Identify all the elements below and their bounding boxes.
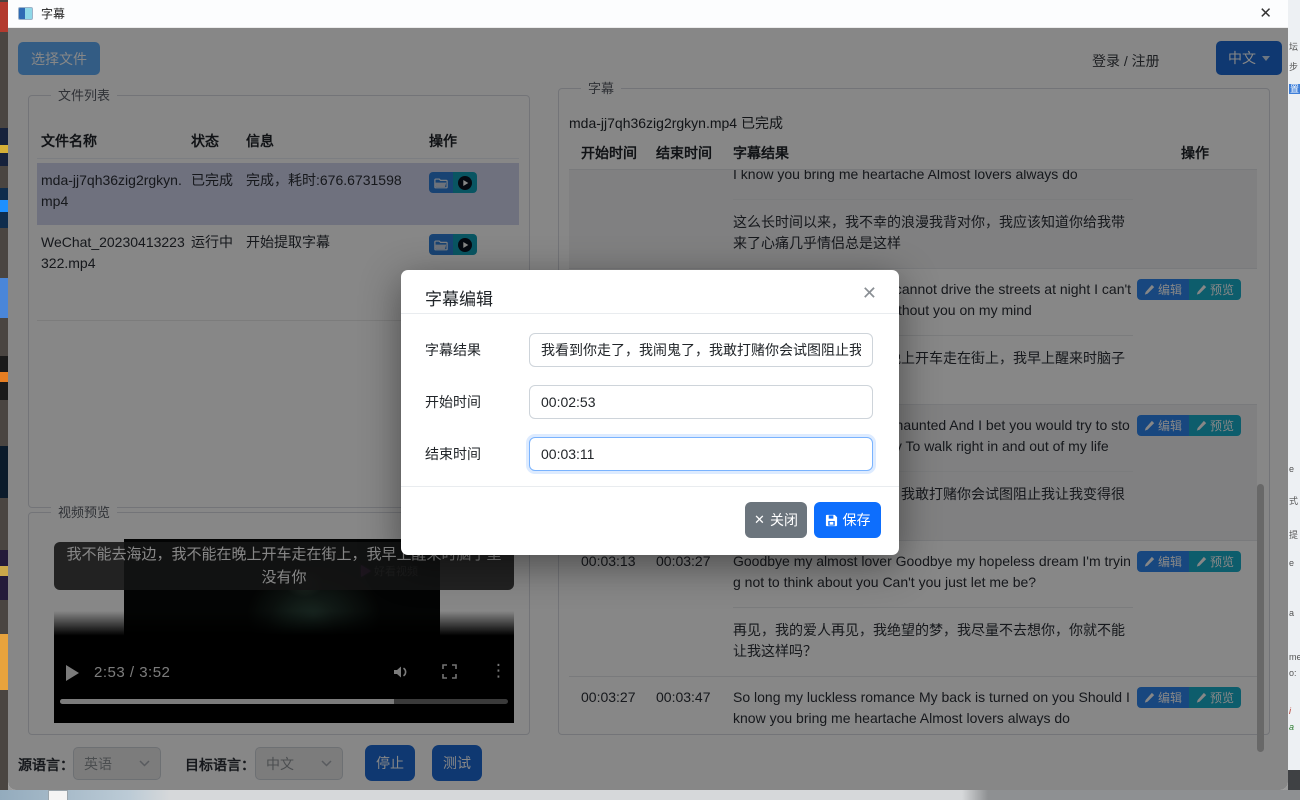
desktop-icon — [0, 566, 8, 576]
modal-field-row: 字幕结果 — [425, 333, 875, 367]
modal-field-row: 开始时间 — [425, 385, 875, 419]
desktop-text: 步 — [1289, 62, 1298, 72]
desktop-icon — [0, 145, 8, 153]
desktop-text: 置 — [1289, 84, 1300, 94]
divider — [401, 313, 899, 314]
desktop-text: a — [1289, 722, 1294, 732]
divider — [401, 486, 899, 487]
desktop-icon — [0, 634, 8, 690]
start-time-input[interactable] — [529, 385, 873, 419]
desktop-bottom-strip — [0, 790, 1300, 800]
desktop-text: e — [1289, 464, 1294, 474]
save-label: 保存 — [843, 510, 871, 530]
modal-title: 字幕编辑 — [425, 285, 493, 310]
subtitle-text-label: 字幕结果 — [425, 340, 529, 360]
modal-close-icon[interactable]: ✕ — [862, 283, 877, 304]
desktop-icon — [0, 2, 8, 32]
window-close-icon[interactable]: ✕ — [1259, 4, 1272, 22]
screen: 坛 步 置 e 式 提 e a me o: i a 字幕 ✕ 选择文件 登录 /… — [0, 0, 1300, 800]
modal-close-button[interactable]: ✕ 关闭 — [745, 502, 807, 538]
desktop-icon — [0, 200, 8, 212]
desktop-file-icon — [48, 790, 68, 800]
x-icon: ✕ — [754, 512, 765, 528]
desktop-left-strip — [0, 0, 8, 800]
desktop-icon — [0, 372, 8, 382]
desktop-text: 提 — [1289, 530, 1298, 540]
subtitle-text-input[interactable] — [529, 333, 873, 367]
modal-save-button[interactable]: 保存 — [814, 502, 881, 538]
window-titlebar: 字幕 ✕ — [8, 0, 1288, 28]
desktop-text: 式 — [1289, 496, 1298, 506]
end-time-input[interactable] — [529, 437, 873, 471]
app-icon — [18, 7, 33, 20]
end-time-label: 结束时间 — [425, 444, 529, 464]
desktop-text: me — [1289, 652, 1300, 662]
desktop-text: e — [1289, 558, 1294, 568]
save-icon — [825, 514, 838, 527]
modal-field-row: 结束时间 — [425, 437, 875, 471]
subtitle-edit-modal: 字幕编辑 ✕ 字幕结果 开始时间 结束时间 ✕ 关闭 保存 — [401, 270, 899, 555]
desktop-right-strip: 坛 步 置 e 式 提 e a me o: i a — [1288, 0, 1300, 800]
close-label: 关闭 — [770, 510, 798, 530]
desktop-icon — [0, 278, 8, 318]
desktop-text: i — [1289, 706, 1291, 716]
start-time-label: 开始时间 — [425, 392, 529, 412]
desktop-text: a — [1289, 608, 1294, 618]
desktop-icon — [0, 446, 8, 498]
window-title: 字幕 — [41, 5, 65, 22]
desktop-text: 坛 — [1289, 42, 1298, 52]
desktop-text: o: — [1289, 668, 1297, 678]
